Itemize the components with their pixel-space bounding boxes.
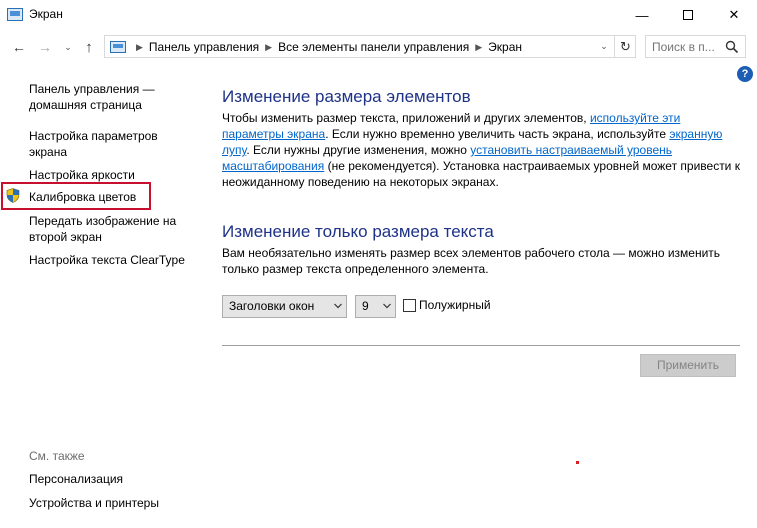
sidebar-item-display-settings[interactable]: Настройка параметров экрана xyxy=(29,128,197,160)
bold-checkbox[interactable] xyxy=(403,298,416,312)
sidebar-item-color-calibration[interactable]: Калибровка цветов xyxy=(29,189,197,205)
breadcrumb-control-panel[interactable]: Панель управления xyxy=(149,40,259,54)
search-icon[interactable] xyxy=(725,40,739,54)
forward-button[interactable]: → xyxy=(36,38,54,56)
sidebar-item-label: Калибровка цветов xyxy=(29,190,137,204)
help-icon: ? xyxy=(741,68,749,80)
maximize-button[interactable] xyxy=(665,0,711,30)
sidebar-item-label: Передать изображение на второй экран xyxy=(29,214,177,244)
sidebar-item-label: Панель управления — домашняя страница xyxy=(29,82,155,112)
section-title-resize-elements: Изменение размера элементов xyxy=(222,87,471,106)
navigation-bar: ← → ⌄ ↑ ▶ Панель управления ▶ Все элемен… xyxy=(0,30,757,63)
sidebar-item-control-panel-home[interactable]: Панель управления — домашняя страница xyxy=(29,81,197,113)
address-bar[interactable]: ▶ Панель управления ▶ Все элементы панел… xyxy=(104,35,636,58)
chevron-down-icon: ⌄ xyxy=(64,41,72,52)
chevron-down-icon xyxy=(383,303,391,309)
sidebar-item-label: Настройка яркости xyxy=(29,168,135,182)
sidebar-item-label: Настройка параметров экрана xyxy=(29,129,158,159)
control-panel-icon xyxy=(110,41,126,53)
maximize-icon xyxy=(683,10,693,20)
chevron-down-icon xyxy=(334,303,342,309)
breadcrumb-display[interactable]: Экран xyxy=(488,40,522,54)
font-size-select[interactable]: 9 xyxy=(355,295,396,318)
divider xyxy=(222,345,740,346)
close-button[interactable]: ✕ xyxy=(711,0,757,30)
section-title-text-size: Изменение только размера текста xyxy=(222,222,494,241)
address-dropdown-button[interactable]: ⌄ xyxy=(597,39,611,54)
refresh-button[interactable]: ↻ xyxy=(614,36,636,57)
section-description-text-size: Вам необязательно изменять размер всех э… xyxy=(222,246,721,276)
sidebar-item-label: Настройка текста ClearType xyxy=(29,253,185,267)
window-title: Экран xyxy=(29,7,63,21)
display-app-icon xyxy=(7,8,23,21)
see-also-personalization[interactable]: Персонализация xyxy=(29,472,123,486)
title-bar: Экран — ✕ xyxy=(0,0,757,30)
shield-icon xyxy=(6,188,20,203)
bold-checkbox-label: Полужирный xyxy=(419,298,491,312)
arrow-up-icon: ↑ xyxy=(85,38,93,56)
cursor-dot xyxy=(576,461,579,464)
description-text: . Если нужно временно увеличить часть эк… xyxy=(325,127,670,141)
back-button[interactable]: ← xyxy=(10,38,28,56)
arrow-left-icon: ← xyxy=(12,39,26,55)
sidebar: Панель управления — домашняя страница На… xyxy=(0,63,200,528)
description-text: Чтобы изменить размер текста, приложений… xyxy=(222,111,590,125)
sidebar-item-brightness[interactable]: Настройка яркости xyxy=(29,167,197,183)
minimize-button[interactable]: — xyxy=(619,0,665,30)
element-select[interactable]: Заголовки окон xyxy=(222,295,347,318)
chevron-down-icon: ⌄ xyxy=(600,41,608,51)
breadcrumb-separator-icon[interactable]: ▶ xyxy=(265,42,272,53)
see-also-devices-printers[interactable]: Устройства и принтеры xyxy=(29,496,159,510)
recent-locations-button[interactable]: ⌄ xyxy=(62,38,74,56)
breadcrumb-separator-icon[interactable]: ▶ xyxy=(136,42,143,53)
close-icon: ✕ xyxy=(728,7,740,22)
sidebar-item-cleartype[interactable]: Настройка текста ClearType xyxy=(29,252,197,268)
search-box[interactable] xyxy=(645,35,746,58)
help-button[interactable]: ? xyxy=(737,66,753,82)
sidebar-item-project-second-screen[interactable]: Передать изображение на второй экран xyxy=(29,213,197,245)
font-size-select-value: 9 xyxy=(362,299,369,313)
description-text: . Если нужны другие изменения, можно xyxy=(246,143,471,157)
refresh-icon: ↻ xyxy=(620,39,631,54)
section-description-resize-elements: Чтобы изменить размер текста, приложений… xyxy=(222,110,742,190)
bold-option[interactable]: Полужирный xyxy=(403,298,491,312)
see-also-label: См. также xyxy=(29,449,85,463)
up-button[interactable]: ↑ xyxy=(80,38,98,56)
breadcrumb: ▶ Панель управления ▶ Все элементы панел… xyxy=(130,40,522,54)
element-select-value: Заголовки окон xyxy=(229,299,315,313)
apply-button[interactable]: Применить xyxy=(640,354,736,377)
search-input[interactable] xyxy=(652,40,724,54)
arrow-right-icon: → xyxy=(38,39,52,55)
breadcrumb-all-items[interactable]: Все элементы панели управления xyxy=(278,40,469,54)
minimize-icon: — xyxy=(635,7,649,23)
breadcrumb-separator-icon[interactable]: ▶ xyxy=(475,42,482,53)
